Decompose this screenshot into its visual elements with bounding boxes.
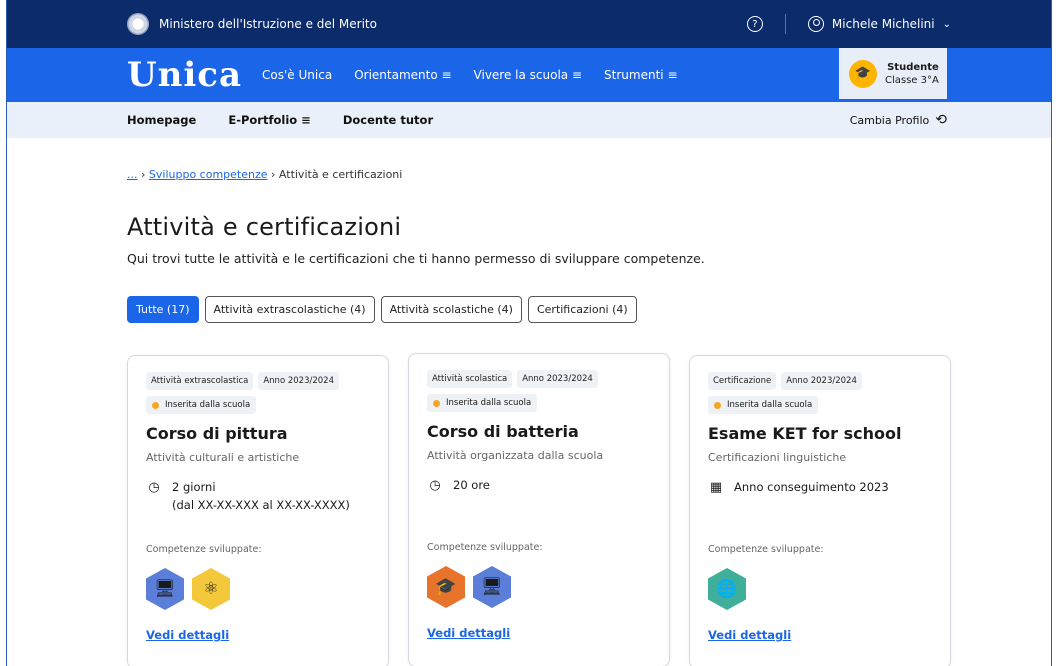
card-date-range: (dal XX-XX-XXX al XX-XX-XXXX) bbox=[172, 498, 350, 513]
app-frame: Ministero dell'Istruzione e del Merito ?… bbox=[6, 0, 1052, 666]
card-detail: ▦ Anno conseguimento 2023 bbox=[708, 478, 932, 499]
card-duration: 20 ore bbox=[453, 478, 490, 492]
status-text: Inserita dalla scuola bbox=[165, 400, 251, 410]
card-tags: Attività scolastica Anno 2023/2024 bbox=[427, 370, 651, 388]
divider bbox=[784, 14, 786, 34]
activity-card: Attività scolastica Anno 2023/2024 Inser… bbox=[408, 353, 670, 666]
page-intro: Qui trovi tutte le attività e le certifi… bbox=[127, 251, 705, 266]
activity-card: Attività extrascolastica Anno 2023/2024 … bbox=[127, 355, 389, 666]
language-skill-badge-icon[interactable]: 🌐 bbox=[708, 568, 746, 610]
card-tags: Certificazione Anno 2023/2024 bbox=[708, 372, 932, 390]
nav-cose-unica[interactable]: Cos'è Unica bbox=[262, 68, 332, 82]
user-icon bbox=[807, 16, 824, 32]
calendar-icon: ▦ bbox=[709, 480, 723, 495]
card-type-tag: Attività extrascolastica bbox=[146, 372, 254, 390]
nav-orientamento[interactable]: Orientamento ≡ bbox=[354, 68, 451, 82]
status-dot-icon bbox=[714, 401, 721, 409]
skill-badges: 🎓 🖥 bbox=[427, 566, 511, 608]
card-subtitle: Attività organizzata dalla scuola bbox=[427, 449, 604, 462]
science-skill-badge-icon[interactable]: ⚛ bbox=[192, 568, 230, 610]
status-badge: Inserita dalla scuola bbox=[708, 396, 819, 414]
filter-extracurricular[interactable]: Attività extrascolastiche (4) bbox=[204, 296, 375, 323]
card-year-tag: Anno 2023/2024 bbox=[517, 370, 598, 388]
card-subtitle: Attività culturali e artistiche bbox=[146, 451, 300, 464]
subnav-e-portfolio[interactable]: E-Portfolio ≡ bbox=[228, 113, 310, 127]
breadcrumb-separator: › bbox=[141, 168, 146, 181]
card-type-tag: Attività scolastica bbox=[427, 370, 513, 388]
switch-icon: ⟲ bbox=[935, 112, 947, 128]
skill-badges: 🌐 bbox=[708, 568, 746, 610]
profile-role: Studente bbox=[887, 61, 939, 73]
unica-logo[interactable]: Unica bbox=[127, 58, 242, 92]
ministry-name[interactable]: Ministero dell'Istruzione e del Merito bbox=[159, 17, 377, 31]
skill-badges: 🖥 ⚛ bbox=[146, 568, 230, 610]
global-education-skill-badge-icon[interactable]: 🎓 bbox=[427, 566, 465, 608]
breadcrumb-separator: › bbox=[271, 168, 276, 181]
profile-class: Classe 3°A bbox=[885, 74, 939, 86]
nav-vivere-la-scuola[interactable]: Vivere la scuola ≡ bbox=[474, 68, 583, 82]
card-detail: ◷ 2 giorni (dal XX-XX-XXX al XX-XX-XXXX) bbox=[146, 478, 370, 515]
filter-school[interactable]: Attività scolastiche (4) bbox=[380, 296, 522, 323]
nav-strumenti[interactable]: Strumenti ≡ bbox=[604, 68, 677, 82]
breadcrumb-ellipsis[interactable]: ... bbox=[127, 168, 138, 181]
top-bar: Ministero dell'Istruzione e del Merito ?… bbox=[7, 0, 1051, 48]
skills-label: Competenze sviluppate: bbox=[427, 542, 543, 553]
view-details-link[interactable]: Vedi dettagli bbox=[427, 626, 510, 640]
profile-card[interactable]: 🎓 Studente Classe 3°A bbox=[839, 48, 947, 102]
status-text: Inserita dalla scuola bbox=[446, 398, 532, 408]
card-tags: Attività extrascolastica Anno 2023/2024 bbox=[146, 372, 370, 390]
subnav-homepage[interactable]: Homepage bbox=[127, 113, 196, 127]
main-nav: Cos'è Unica Orientamento ≡ Vivere la scu… bbox=[262, 68, 677, 82]
sub-nav-bar: Homepage E-Portfolio ≡ Docente tutor Cam… bbox=[7, 102, 1051, 138]
card-detail-text: 2 giorni (dal XX-XX-XXX al XX-XX-XXXX) bbox=[172, 478, 350, 515]
filter-certifications[interactable]: Certificazioni (4) bbox=[527, 296, 637, 323]
status-badge: Inserita dalla scuola bbox=[146, 396, 257, 414]
breadcrumb-sviluppo-competenze[interactable]: Sviluppo competenze bbox=[149, 168, 268, 181]
status-dot-icon bbox=[433, 399, 440, 407]
subnav-docente-tutor[interactable]: Docente tutor bbox=[343, 113, 433, 127]
profile-text: Studente Classe 3°A bbox=[885, 61, 939, 87]
activity-cards: Attività extrascolastica Anno 2023/2024 … bbox=[127, 353, 1051, 666]
view-details-link[interactable]: Vedi dettagli bbox=[708, 628, 791, 642]
breadcrumb: ... › Sviluppo competenze › Attività e c… bbox=[127, 168, 1051, 181]
graduation-cap-icon: 🎓 bbox=[849, 59, 877, 88]
computer-skill-badge-icon[interactable]: 🖥 bbox=[146, 568, 184, 610]
clock-icon: ◷ bbox=[429, 478, 441, 493]
card-year-tag: Anno 2023/2024 bbox=[781, 372, 862, 390]
skills-label: Competenze sviluppate: bbox=[146, 544, 262, 555]
status-text: Inserita dalla scuola bbox=[727, 400, 813, 410]
card-year-obtained: Anno conseguimento 2023 bbox=[734, 480, 889, 494]
status-dot-icon bbox=[152, 401, 159, 409]
filter-all[interactable]: Tutte (17) bbox=[127, 296, 199, 323]
view-details-link[interactable]: Vedi dettagli bbox=[146, 628, 229, 642]
status-badge: Inserita dalla scuola bbox=[427, 394, 538, 412]
switch-profile-button[interactable]: Cambia Profilo ⟲ bbox=[850, 112, 947, 128]
republic-emblem-icon bbox=[127, 13, 149, 35]
card-title: Corso di batteria bbox=[427, 422, 579, 441]
card-duration: 2 giorni bbox=[172, 480, 216, 494]
card-year-tag: Anno 2023/2024 bbox=[258, 372, 339, 390]
filter-chips: Tutte (17) Attività extrascolastiche (4)… bbox=[127, 296, 1051, 323]
main-content: ... › Sviluppo competenze › Attività e c… bbox=[7, 168, 1051, 666]
card-type-tag: Certificazione bbox=[708, 372, 777, 390]
skills-label: Competenze sviluppate: bbox=[708, 544, 824, 555]
main-nav-bar: Unica Cos'è Unica Orientamento ≡ Vivere … bbox=[7, 48, 1051, 102]
breadcrumb-current: Attività e certificazioni bbox=[278, 168, 403, 181]
card-subtitle: Certificazioni linguistiche bbox=[708, 451, 847, 464]
activity-card: Certificazione Anno 2023/2024 Inserita d… bbox=[689, 355, 951, 666]
card-title: Corso di pittura bbox=[146, 424, 288, 443]
page-title: Attività e certificazioni bbox=[127, 213, 402, 241]
card-detail: ◷ 20 ore bbox=[427, 476, 651, 497]
help-icon[interactable]: ? bbox=[746, 16, 763, 32]
chevron-down-icon[interactable]: ⌄ bbox=[943, 19, 951, 30]
card-title: Esame KET for school bbox=[708, 424, 902, 443]
switch-profile-label: Cambia Profilo bbox=[849, 113, 930, 127]
computer-skill-badge-icon[interactable]: 🖥 bbox=[473, 566, 511, 608]
user-name[interactable]: Michele Michelini bbox=[832, 17, 935, 31]
clock-icon: ◷ bbox=[148, 480, 160, 495]
